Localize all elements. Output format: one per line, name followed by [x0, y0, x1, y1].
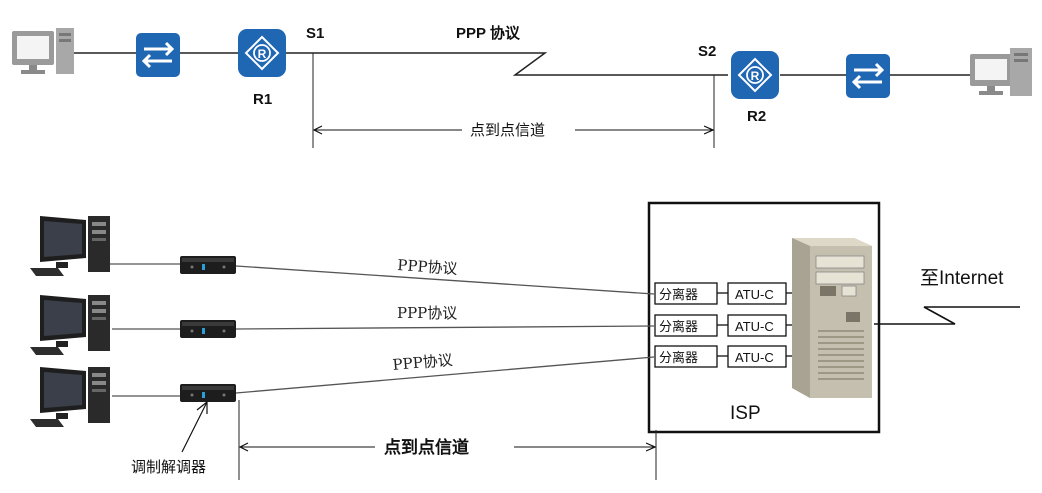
- splitter-label: 分离器: [659, 319, 698, 334]
- computer-icon: [970, 48, 1032, 96]
- modem-icon: [180, 384, 236, 402]
- svg-text:R: R: [258, 47, 267, 61]
- r1-label: R1: [253, 91, 272, 108]
- s1-label: S1: [306, 25, 324, 42]
- svg-text:R: R: [751, 69, 760, 83]
- atu-label: ATU-C: [735, 319, 774, 334]
- router-icon-r2: R: [731, 51, 779, 99]
- internet-link: [874, 306, 1020, 325]
- ppp-label: PPP 协议: [456, 24, 521, 42]
- switch-icon: [846, 54, 890, 98]
- server-icon: [792, 238, 872, 398]
- splitter-label: 分离器: [659, 350, 698, 365]
- network-diagram: R R S1 R1 PPP 协议 S2 R2 点到点信道 ISP PPP协议 P…: [12, 24, 1032, 480]
- top-serial-link: [286, 52, 728, 76]
- ppp-label-2: PPP协议: [397, 304, 457, 322]
- computer-icon: [30, 216, 110, 276]
- modem-icon: [180, 256, 236, 274]
- bottom-channel-label: 点到点信道: [384, 437, 469, 457]
- atu-label: ATU-C: [735, 287, 774, 302]
- splitter-label: 分离器: [659, 287, 698, 302]
- internet-label: 至Internet: [920, 268, 1004, 289]
- router-icon-r1: R: [238, 29, 286, 77]
- modem-pointer-arrow: [181, 401, 208, 453]
- r2-label: R2: [747, 108, 766, 125]
- computer-icon: [12, 28, 74, 74]
- s2-label: S2: [698, 43, 716, 60]
- isp-label: ISP: [730, 403, 761, 424]
- ppp-label-1: PPP协议: [397, 256, 458, 278]
- computer-icon: [30, 295, 110, 355]
- atu-label: ATU-C: [735, 350, 774, 365]
- ppp-label-3: PPP协议: [392, 351, 454, 374]
- modem-label: 调制解调器: [131, 459, 206, 476]
- computer-icon: [30, 367, 110, 427]
- top-channel-label: 点到点信道: [470, 122, 545, 139]
- switch-icon: [136, 33, 180, 77]
- modem-icon: [180, 320, 236, 338]
